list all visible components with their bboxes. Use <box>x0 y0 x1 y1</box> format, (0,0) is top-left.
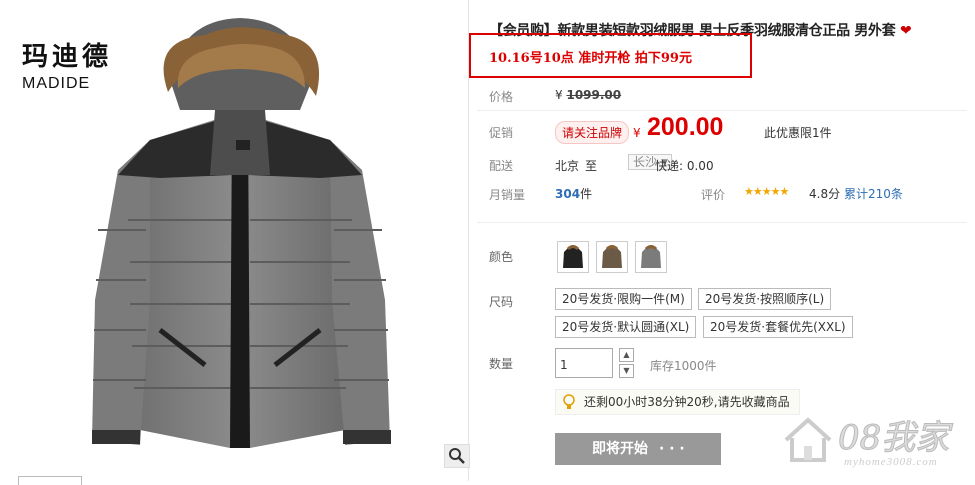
color-label: 颜色 <box>489 250 514 264</box>
countdown-tip: 还剩00小时38分钟20秒,请先收藏商品 <box>555 389 800 415</box>
divider <box>477 222 967 223</box>
countdown-text: 还剩00小时38分钟20秒,请先收藏商品 <box>584 395 790 409</box>
promo-banner: 10.16号10点 准时开枪 拍下99元 <box>469 33 752 78</box>
quantity-up-button[interactable]: ▲ <box>619 348 634 362</box>
jacket-thumb-icon <box>602 245 622 268</box>
price-label: 价格 <box>489 90 514 104</box>
jacket-thumb-icon <box>641 245 661 268</box>
shipping-label: 配送 <box>489 159 514 173</box>
shipping-fee: 快递: 0.00 <box>655 159 714 173</box>
lightbulb-icon <box>563 394 575 409</box>
buy-button-label: 即将开始 <box>592 441 648 457</box>
sales-count-unit: 件 <box>580 187 593 201</box>
limit-text: 此优惠限1件 <box>764 126 832 140</box>
heart-icon: ❤ <box>900 23 912 39</box>
product-gallery: 玛迪德 MADIDE <box>0 0 470 485</box>
size-label: 尺码 <box>489 295 514 309</box>
product-info: 【会员购】新款男装短款羽绒服男 男士反季羽绒服清仓正品 男外套 ❤ 10.16号… <box>469 0 975 481</box>
rating-stars-icon: ★★★★★ <box>744 185 789 198</box>
size-option-l[interactable]: 20号发货·按照顺序(L) <box>698 288 832 310</box>
original-price-value: 1099.00 <box>566 88 622 102</box>
quantity-label: 数量 <box>489 357 514 371</box>
sales-count: 304件 <box>555 185 592 202</box>
divider <box>477 110 967 111</box>
size-option-xl[interactable]: 20号发货·默认圆通(XL) <box>555 316 697 338</box>
original-currency: ¥ <box>555 88 563 102</box>
color-option-gray[interactable] <box>635 241 667 273</box>
rating-label: 评价 <box>701 188 726 202</box>
zoom-button[interactable] <box>444 444 470 468</box>
jacket-thumb-icon <box>563 245 583 268</box>
buy-button-dots: · · · <box>659 441 685 457</box>
color-option-brown[interactable] <box>596 241 628 273</box>
destination-value: 长沙 <box>633 155 658 169</box>
sale-price: 200.00 <box>647 113 724 141</box>
magnifier-icon <box>449 448 465 464</box>
size-option-m[interactable]: 20号发货·限购一件(M) <box>555 288 692 310</box>
shipping-to-word: 至 <box>585 159 598 173</box>
sales-label: 月销量 <box>489 188 526 202</box>
rating-score: 4.8分 <box>809 187 841 201</box>
quantity-down-button[interactable]: ▼ <box>619 364 634 378</box>
promo-text: 10.16号10点 准时开枪 拍下99元 <box>489 51 692 66</box>
price-currency: ¥ <box>633 126 641 140</box>
size-option-xxl[interactable]: 20号发货·套餐优先(XXL) <box>703 316 853 338</box>
original-price: ¥ 1099.00 <box>555 88 621 102</box>
sales-count-value: 304 <box>555 187 581 201</box>
color-option-black[interactable] <box>557 241 589 273</box>
promotion-label: 促销 <box>489 126 514 140</box>
follow-brand-badge[interactable]: 请关注品牌 <box>555 121 630 144</box>
reviews-link[interactable]: 累计210条 <box>844 185 903 202</box>
stock-text: 库存1000件 <box>650 359 717 373</box>
shipping-from: 北京 <box>555 159 580 173</box>
jacket-image <box>92 18 391 448</box>
buy-button[interactable]: 即将开始 · · · <box>555 433 721 465</box>
quantity-input[interactable]: 1 <box>555 348 613 378</box>
